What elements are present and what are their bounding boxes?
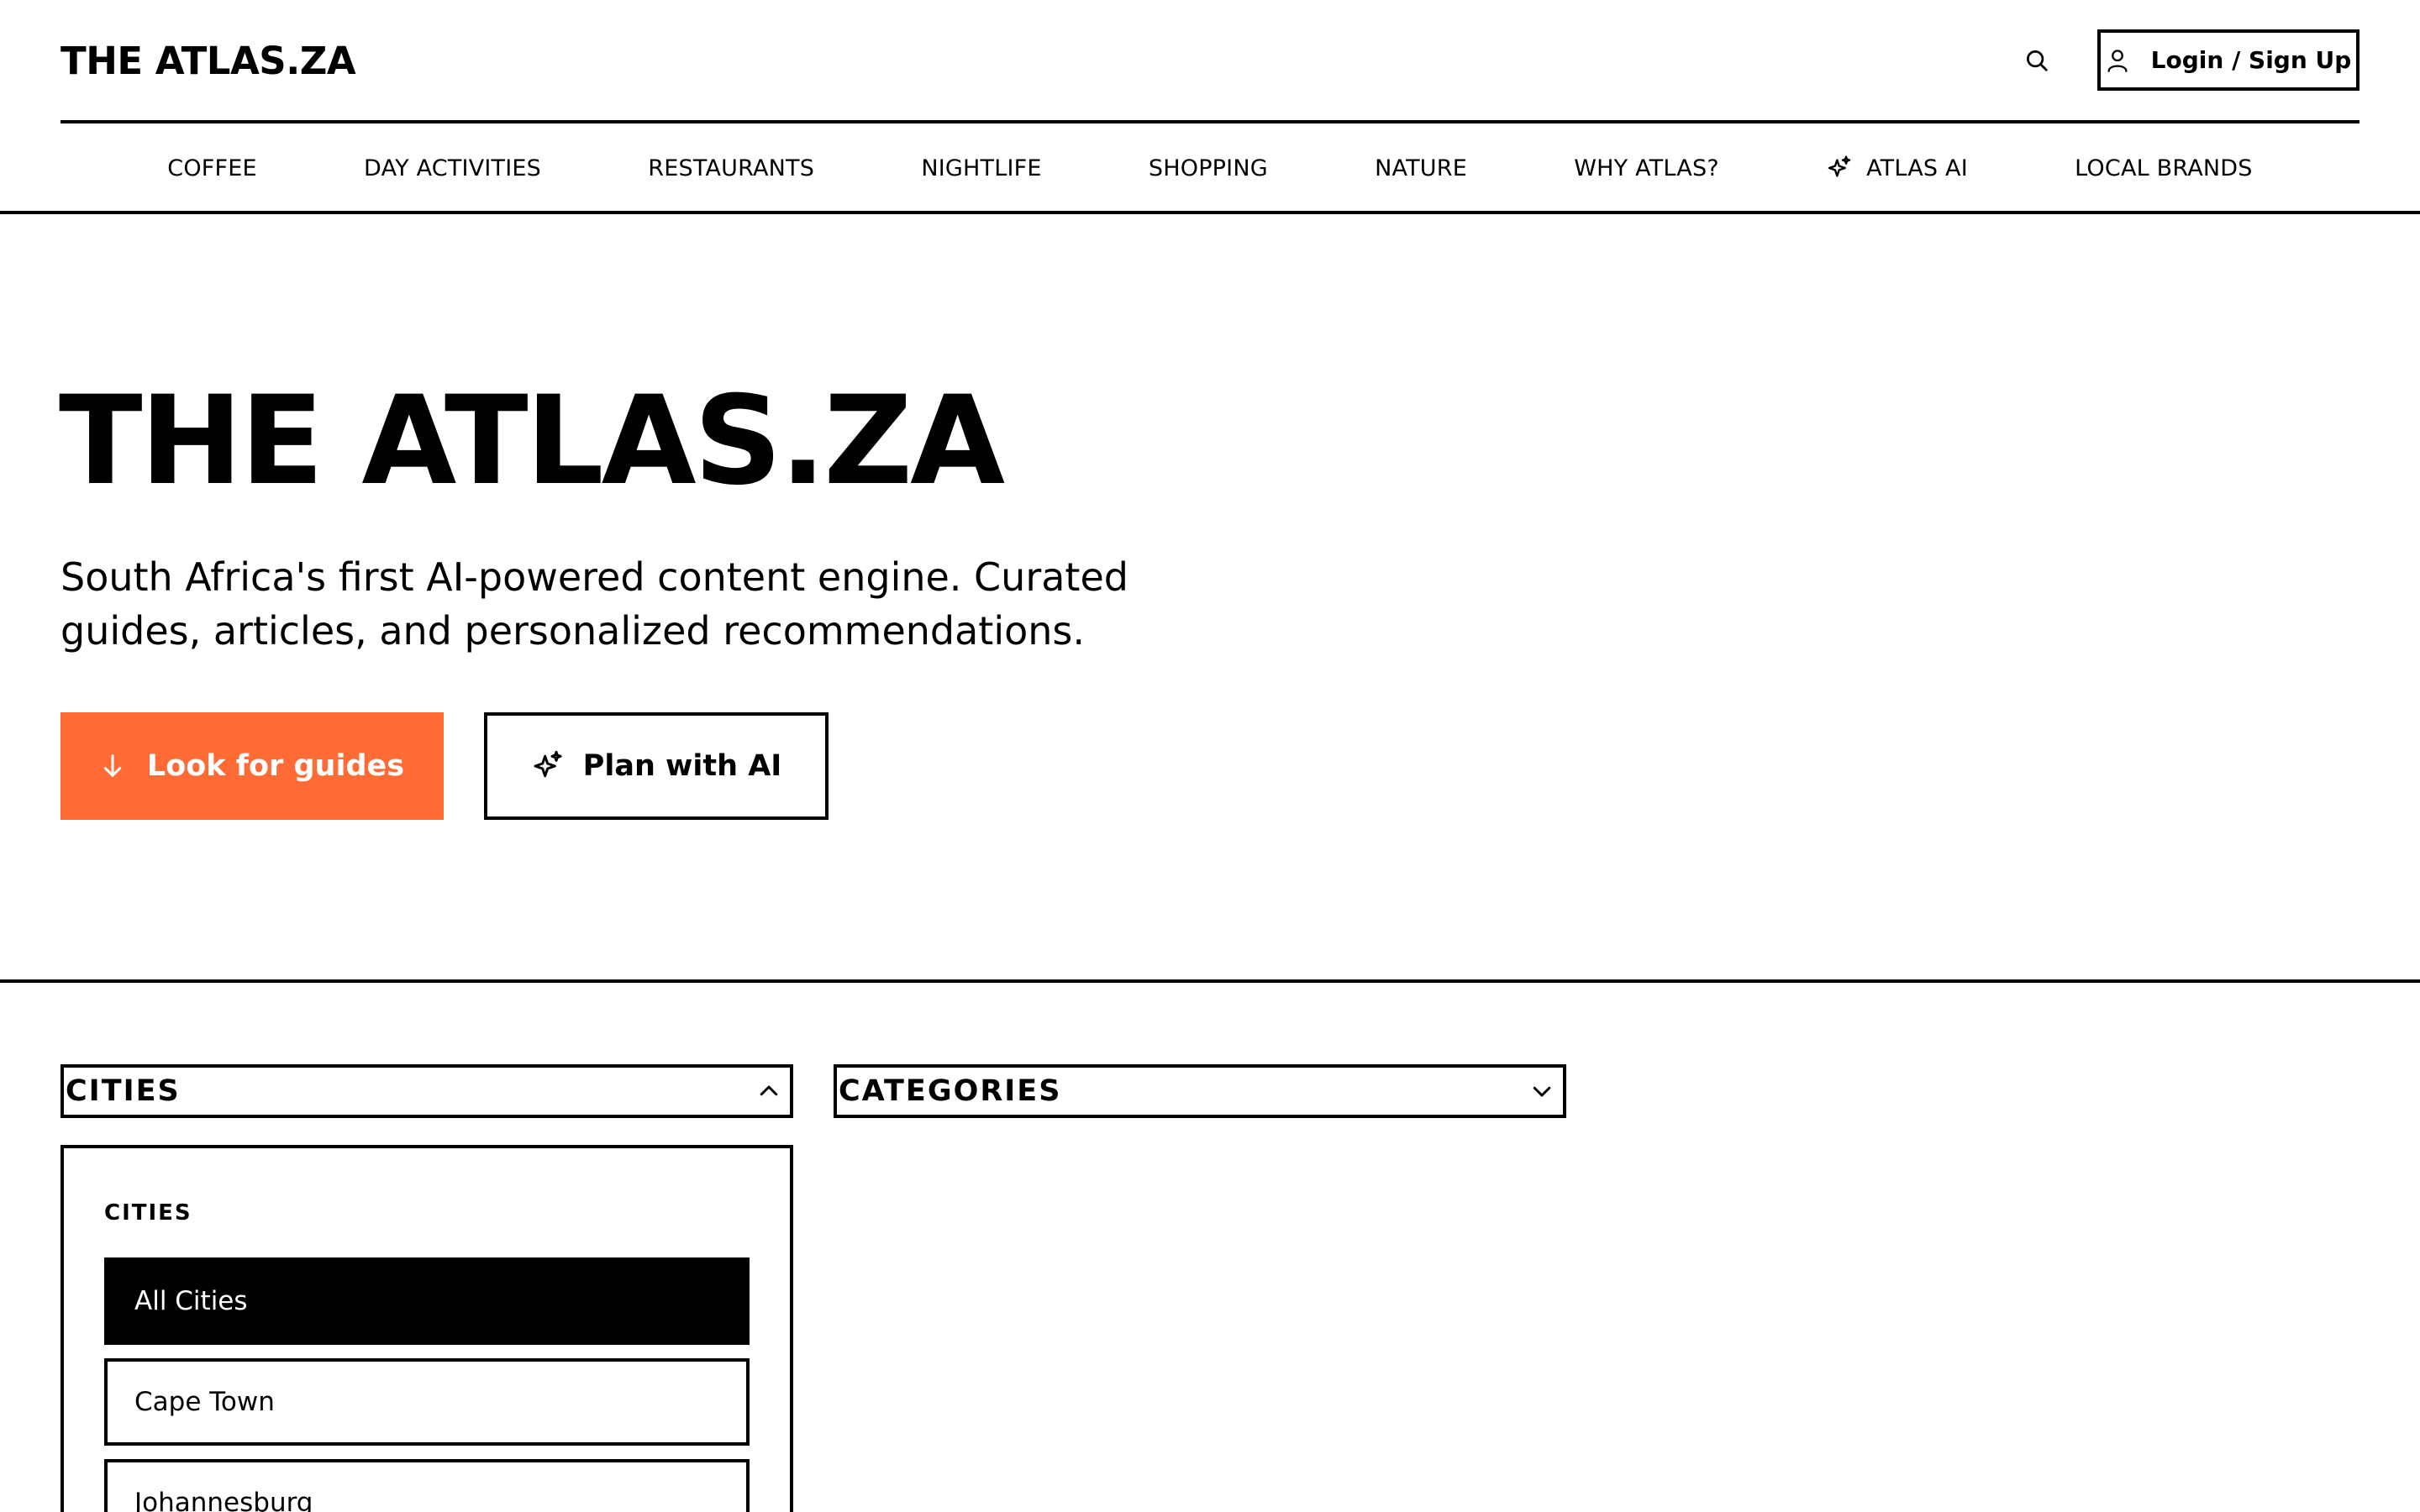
cities-dropdown[interactable]: CITIES: [60, 1064, 793, 1118]
city-option-cape-town[interactable]: Cape Town: [104, 1358, 750, 1446]
nav-item-label: NIGHTLIFE: [921, 155, 1042, 181]
chevron-up-icon: [756, 1079, 781, 1104]
hero-title: THE ATLAS.ZA: [59, 370, 1005, 512]
nav-item-label: LOCAL BRANDS: [2075, 155, 2253, 181]
nav-item-label: NATURE: [1375, 155, 1467, 181]
nav-item-shopping[interactable]: SHOPPING: [1149, 155, 1268, 181]
nav-divider: [0, 211, 2420, 214]
nav-item-atlas-ai[interactable]: ATLAS AI: [1826, 155, 1968, 181]
arrow-down-icon: [100, 752, 125, 780]
hero-divider: [0, 979, 2420, 983]
cities-panel: CITIES All Cities Cape Town Johannesburg: [60, 1145, 793, 1512]
city-option-label: All Cities: [134, 1286, 248, 1316]
nav-item-nightlife[interactable]: NIGHTLIFE: [921, 155, 1041, 181]
plan-with-ai-button[interactable]: Plan with AI: [484, 712, 829, 820]
city-option-all-cities[interactable]: All Cities: [104, 1257, 750, 1345]
plan-with-ai-label: Plan with AI: [582, 749, 782, 783]
main-nav: COFFEE DAY ACTIVITIES RESTAURANTS NIGHTL…: [60, 123, 2360, 213]
login-signup-button[interactable]: Login / Sign Up: [2097, 29, 2360, 91]
chevron-down-icon: [1529, 1079, 1555, 1104]
nav-item-label: WHY ATLAS?: [1574, 155, 1719, 181]
sparkle-icon: [531, 749, 565, 783]
login-signup-label: Login / Sign Up: [2150, 46, 2352, 74]
city-option-johannesburg[interactable]: Johannesburg: [104, 1459, 750, 1512]
hero-subtitle: South Africa's first AI-powered content …: [60, 554, 1128, 654]
categories-dropdown[interactable]: CATEGORIES: [834, 1064, 1566, 1118]
nav-item-label: ATLAS AI: [1866, 155, 1968, 181]
nav-item-nature[interactable]: NATURE: [1375, 155, 1467, 181]
city-option-label: Cape Town: [134, 1387, 275, 1417]
nav-item-coffee[interactable]: COFFEE: [167, 155, 256, 181]
site-logo[interactable]: THE ATLAS.ZA: [60, 37, 356, 86]
user-icon: [2106, 48, 2129, 73]
nav-item-why-atlas[interactable]: WHY ATLAS?: [1574, 155, 1719, 181]
nav-item-restaurants[interactable]: RESTAURANTS: [648, 155, 814, 181]
nav-item-label: SHOPPING: [1148, 155, 1268, 181]
nav-item-label: DAY ACTIVITIES: [364, 155, 542, 181]
nav-item-label: RESTAURANTS: [648, 155, 815, 181]
nav-item-label: COFFEE: [167, 155, 257, 181]
nav-item-local-brands[interactable]: LOCAL BRANDS: [2075, 155, 2252, 181]
nav-item-day-activities[interactable]: DAY ACTIVITIES: [364, 155, 541, 181]
look-for-guides-label: Look for guides: [146, 749, 405, 783]
categories-dropdown-label: CATEGORIES: [839, 1074, 1062, 1108]
cities-panel-heading: CITIES: [104, 1200, 192, 1226]
search-icon: [2024, 48, 2049, 73]
sparkle-icon: [1826, 155, 1853, 181]
cities-dropdown-label: CITIES: [66, 1074, 181, 1108]
search-button[interactable]: [2020, 44, 2054, 77]
city-option-label: Johannesburg: [134, 1488, 313, 1512]
look-for-guides-button[interactable]: Look for guides: [60, 712, 444, 820]
